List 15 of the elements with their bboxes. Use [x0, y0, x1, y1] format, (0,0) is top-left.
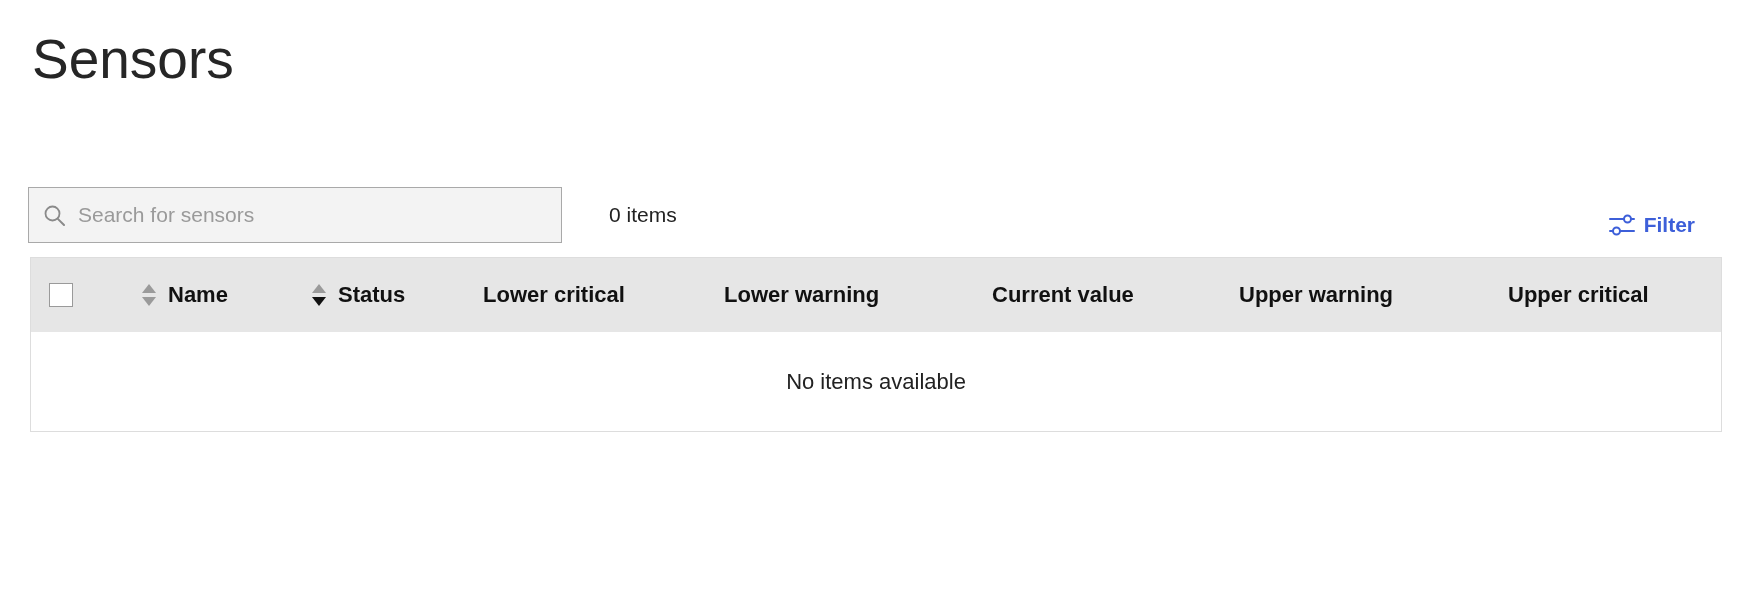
select-all-checkbox[interactable]	[49, 283, 73, 307]
column-header: Upper critical	[1508, 282, 1649, 308]
sliders-icon	[1608, 214, 1635, 236]
column-header: Current value	[992, 282, 1134, 308]
column-header[interactable]: Status	[312, 282, 406, 308]
item-count: 0 items	[609, 203, 677, 227]
column-header: Upper warning	[1239, 282, 1393, 308]
search-field[interactable]: Search for sensors	[28, 187, 562, 243]
column-header[interactable]: Name	[142, 282, 228, 308]
empty-message: No items available	[786, 368, 966, 395]
page-title: Sensors	[32, 32, 234, 87]
column-header: Lower critical	[483, 282, 625, 308]
filter-button[interactable]: Filter	[1608, 211, 1695, 239]
column-header: Lower warning	[724, 282, 880, 308]
search-icon	[44, 205, 65, 226]
